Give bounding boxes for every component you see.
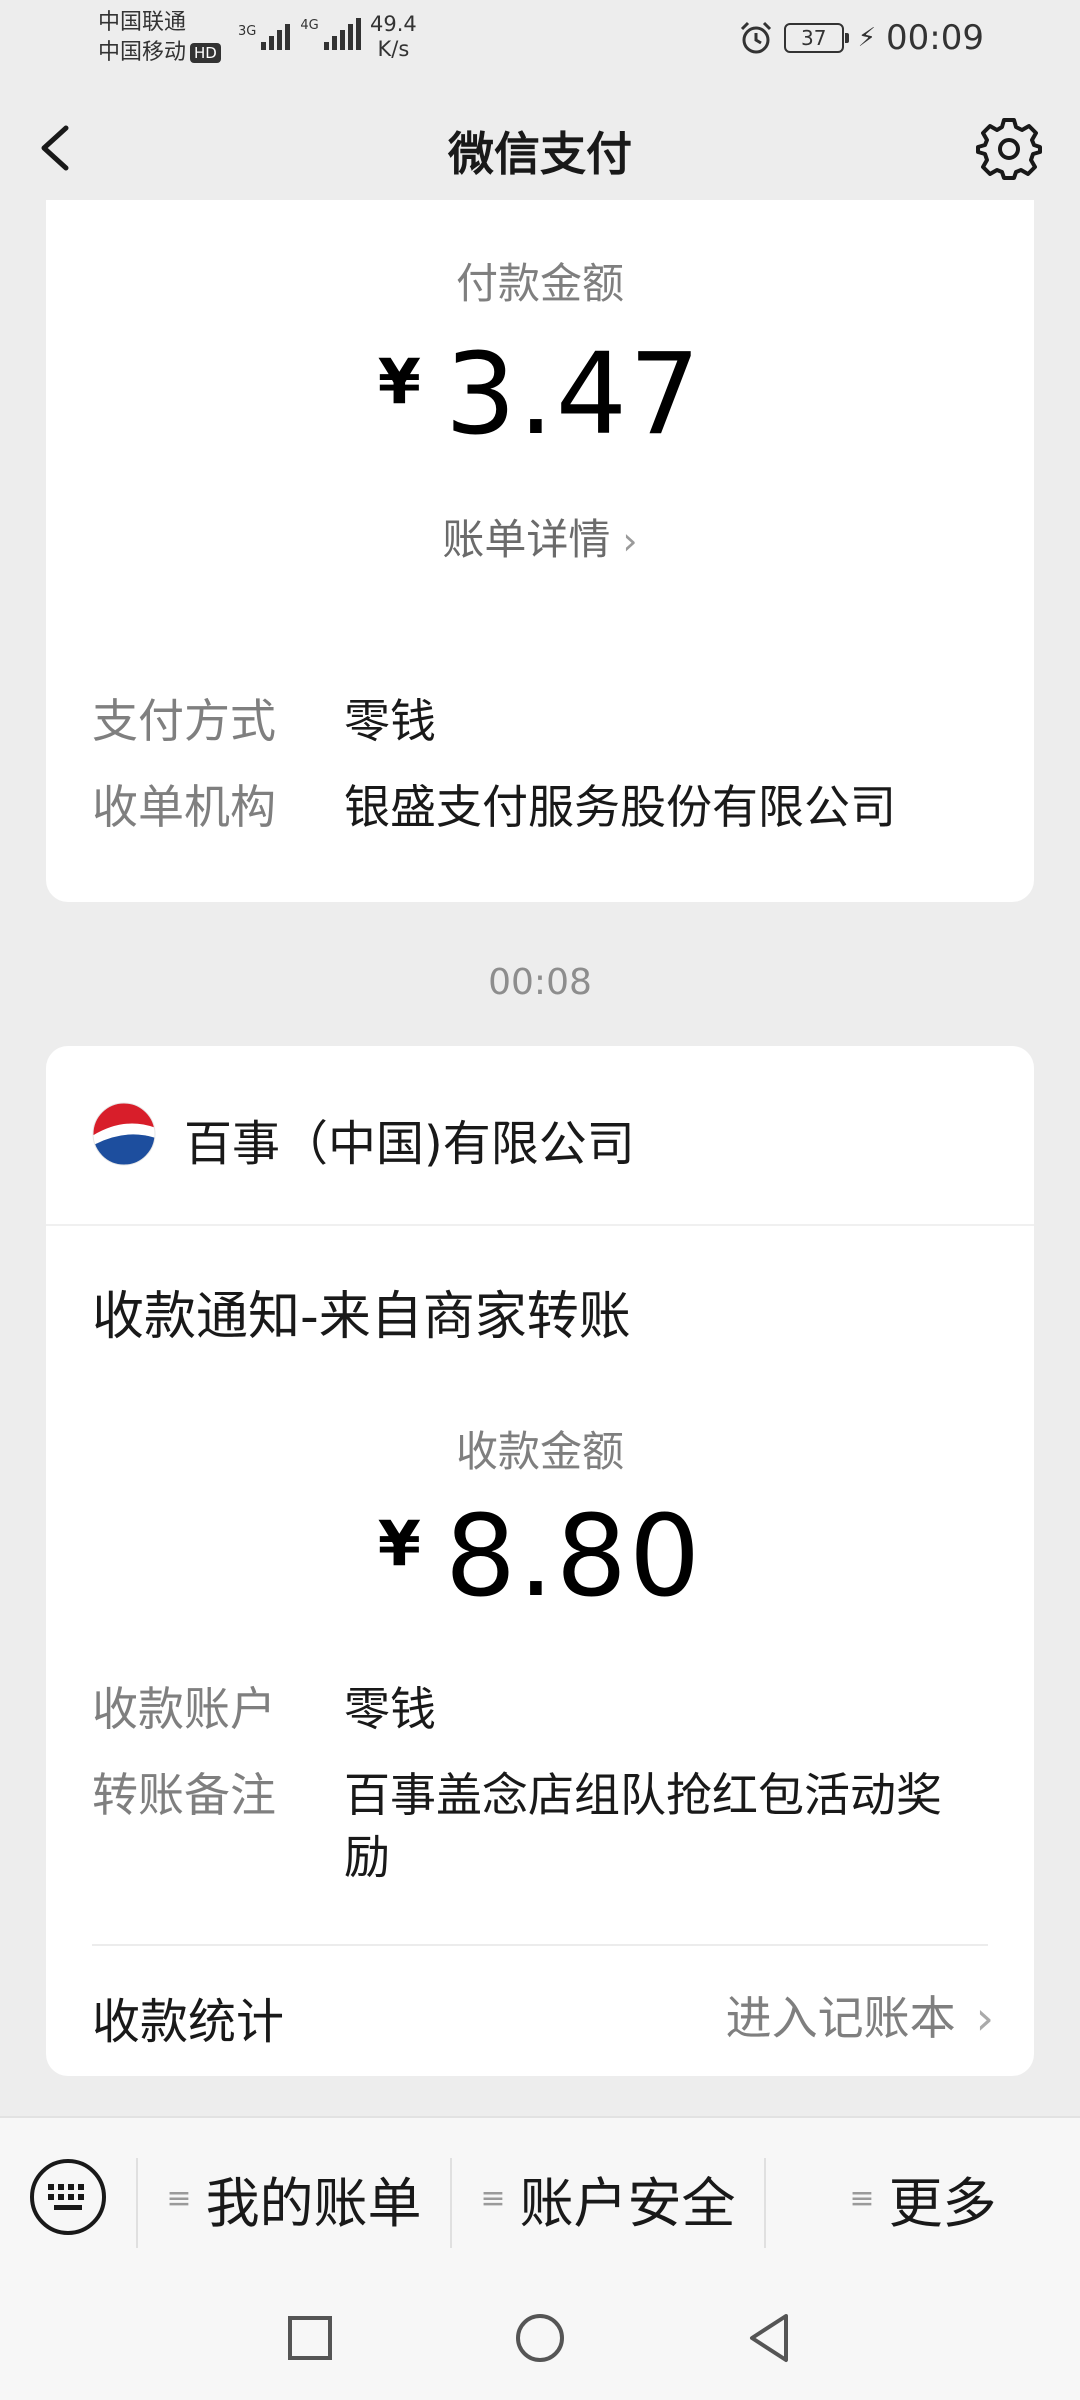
merchant-header[interactable]: 百事（中国)有限公司 [46, 1046, 1034, 1226]
speed-value: 49.4 [370, 12, 417, 36]
transfer-note-value: 百事盖念店组队抢红包活动奖励 [344, 1768, 942, 1884]
recents-button[interactable] [278, 2306, 342, 2370]
receipt-stats-label: 收款统计 [92, 1994, 285, 2050]
menu-icon: ≡ [849, 2180, 875, 2216]
carrier-1: 中国联通 [98, 10, 187, 35]
menu-my-bills[interactable]: ≡ 我的账单 [138, 2118, 450, 2278]
circle-icon [516, 2314, 564, 2362]
title-bar: 微信支付 [0, 80, 1080, 216]
menu-more[interactable]: ≡ 更多 [766, 2118, 1080, 2278]
status-bar: 中国联通 中国移动 HD 3G 4G 49.4 K/s 37 ⚡ 00:09 [0, 0, 1080, 80]
ledger-link[interactable]: 进入记账本 › [726, 1982, 994, 2048]
menu-icon: ≡ [480, 2180, 506, 2216]
carrier-info: 中国联通 中国移动 HD [98, 8, 221, 68]
triangle-back-icon [750, 2314, 788, 2362]
ledger-link-label: 进入记账本 [725, 1991, 956, 2045]
battery-icon: 37 [783, 23, 849, 53]
bill-detail-label: 账单详情 [442, 515, 611, 564]
keyboard-toggle-button[interactable] [0, 2117, 136, 2277]
receipt-amount-label: 收款金额 [455, 1427, 624, 1476]
payment-amount-label: 付款金额 [455, 259, 624, 308]
payment-method-row: 支付方式 零钱 [92, 690, 984, 752]
speed-unit: K/s [377, 37, 410, 61]
hd-badge: HD [190, 43, 221, 63]
bill-detail-link[interactable]: 账单详情 › [46, 506, 1034, 567]
page-title: 微信支付 [448, 127, 632, 181]
keyboard-icon [30, 2159, 106, 2235]
settings-button[interactable] [976, 114, 1042, 180]
gear-icon [976, 118, 1042, 180]
payment-amount: ¥3.47 [46, 330, 1034, 460]
charging-icon: ⚡ [857, 23, 877, 53]
transfer-note-row: 转账备注 百事盖念店组队抢红包活动奖励 [92, 1764, 984, 1888]
payment-card: 付款金额 ¥3.47 账单详情 › 支付方式 零钱 收单机构 银盛支付服务股份有限… [46, 200, 1034, 902]
notice-title: 收款通知-来自商家转账 [92, 1287, 631, 1347]
network-speed: 49.4 K/s [370, 12, 417, 62]
receipt-stats-row[interactable]: 收款统计 进入记账本 › [46, 1946, 1034, 2076]
transfer-note-key: 转账备注 [92, 1768, 276, 1822]
receipt-card[interactable]: 百事（中国)有限公司 收款通知-来自商家转账 收款金额 ¥8.80 收款账户 零… [46, 1046, 1034, 2076]
network-type-2: 4G [300, 18, 319, 33]
battery-level: 37 [801, 26, 827, 50]
status-right: 37 ⚡ 00:09 [738, 18, 984, 58]
bottom-menu: ≡ 我的账单 ≡ 账户安全 ≡ 更多 [0, 2116, 1080, 2276]
square-icon [288, 2316, 332, 2360]
receipt-amount: ¥8.80 [46, 1492, 1034, 1622]
signal-3g-icon: 3G [238, 24, 291, 50]
currency-symbol: ¥ [377, 345, 421, 418]
signal-4g-icon: 4G [300, 18, 361, 50]
receipt-amount-value: 8.80 [444, 1492, 703, 1622]
menu-more-label: 更多 [888, 2171, 997, 2235]
menu-icon: ≡ [166, 2180, 192, 2216]
system-navigation-bar [0, 2276, 1080, 2400]
home-button[interactable] [508, 2306, 572, 2370]
status-clock: 00:09 [886, 18, 984, 58]
acquirer-value: 银盛支付服务股份有限公司 [344, 780, 896, 834]
network-type-1: 3G [238, 24, 257, 39]
alarm-icon [740, 21, 771, 54]
receive-account-value: 零钱 [344, 1682, 436, 1736]
signal-indicators: 3G 4G [238, 18, 361, 50]
merchant-name: 百事（中国)有限公司 [184, 1116, 635, 1172]
menu-account-security-label: 账户安全 [519, 2171, 736, 2235]
receive-account-key: 收款账户 [92, 1682, 276, 1736]
pepsi-logo-icon [92, 1102, 156, 1166]
payment-method-key: 支付方式 [92, 694, 276, 748]
chevron-right-icon: › [975, 1991, 994, 2045]
receive-account-row: 收款账户 零钱 [92, 1678, 984, 1740]
payment-method-value: 零钱 [344, 694, 436, 748]
carrier-2: 中国移动 [98, 40, 187, 65]
menu-my-bills-label: 我的账单 [205, 2171, 422, 2235]
menu-account-security[interactable]: ≡ 账户安全 [452, 2118, 764, 2278]
currency-symbol: ¥ [377, 1507, 421, 1580]
message-time: 00:08 [488, 962, 592, 1003]
acquirer-row: 收单机构 银盛支付服务股份有限公司 [92, 776, 984, 838]
acquirer-key: 收单机构 [92, 780, 276, 834]
chevron-right-icon: › [622, 519, 638, 563]
payment-amount-value: 3.47 [444, 330, 703, 460]
system-back-button[interactable] [738, 2306, 802, 2370]
